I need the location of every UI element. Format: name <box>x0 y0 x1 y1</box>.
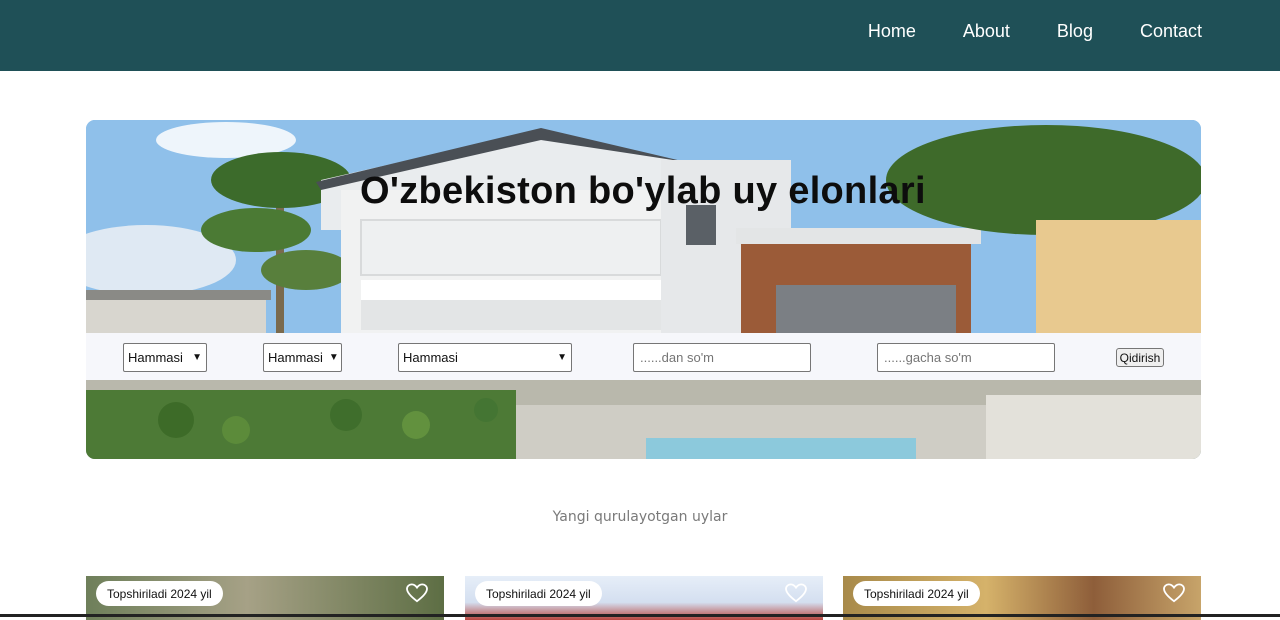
nav-link-about[interactable]: About <box>963 21 1010 42</box>
region-select-value: Hammasi <box>128 350 183 365</box>
heart-icon[interactable] <box>406 583 428 603</box>
min-price-input[interactable] <box>633 343 811 372</box>
heart-icon[interactable] <box>785 583 807 603</box>
search-bar: Hammasi ▼ Hammasi ▼ Hammasi ▼ Qidirish <box>86 333 1201 380</box>
district-select[interactable]: Hammasi ▼ <box>263 343 342 372</box>
district-select-value: Hammasi <box>268 350 323 365</box>
chevron-down-icon: ▼ <box>192 352 202 363</box>
nav-link-contact[interactable]: Contact <box>1140 21 1202 42</box>
chevron-down-icon: ▼ <box>328 352 339 363</box>
nav-link-home[interactable]: Home <box>868 21 916 42</box>
status-badge: Topshiriladi 2024 yil <box>853 581 980 606</box>
status-badge: Topshiriladi 2024 yil <box>475 581 602 606</box>
type-select[interactable]: Hammasi ▼ <box>398 343 572 372</box>
heart-icon[interactable] <box>1163 583 1185 603</box>
max-price-input[interactable] <box>877 343 1055 372</box>
region-select[interactable]: Hammasi ▼ <box>123 343 207 372</box>
status-badge: Topshiriladi 2024 yil <box>96 581 223 606</box>
hero-banner: O'zbekiston bo'ylab uy elonlari Hammasi … <box>86 120 1201 459</box>
chevron-down-icon: ▼ <box>557 352 567 363</box>
type-select-value: Hammasi <box>403 350 458 365</box>
hero-title: O'zbekiston bo'ylab uy elonlari <box>360 170 926 212</box>
top-navbar: Home About Blog Contact <box>0 0 1280 71</box>
nav-links: Home About Blog Contact <box>868 0 1202 62</box>
section-title: Yangi qurulayotgan uylar <box>552 509 728 525</box>
nav-link-blog[interactable]: Blog <box>1057 21 1093 42</box>
search-button[interactable]: Qidirish <box>1116 348 1164 367</box>
